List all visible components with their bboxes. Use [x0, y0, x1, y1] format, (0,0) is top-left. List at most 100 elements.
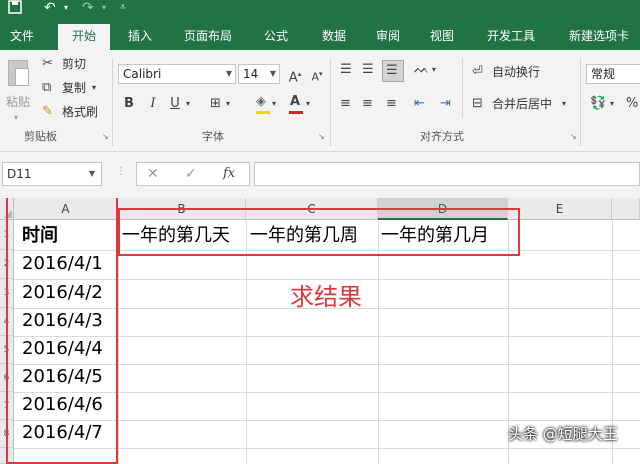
format-painter-button[interactable]: 格式刷 [62, 104, 98, 120]
font-color-icon[interactable]: A [290, 94, 300, 110]
percent-icon[interactable]: % [626, 96, 638, 112]
tab-file[interactable]: 文件 [0, 22, 44, 50]
orientation-dropdown-icon[interactable]: ▾ [432, 62, 436, 78]
separator [462, 58, 463, 118]
chevron-down-icon: ▼ [269, 69, 276, 78]
highlight-box-headers [118, 208, 520, 256]
tab-home[interactable]: 开始 [58, 24, 110, 50]
ribbon-tabs: 文件 开始 插入 页面布局 公式 数据 审阅 视图 开发工具 新建选项卡 [0, 22, 640, 50]
tab-page-layout[interactable]: 页面布局 [176, 22, 240, 50]
font-group-label: 字体 [202, 130, 224, 143]
format-painter-icon: ✎ [42, 104, 53, 119]
font-size-select[interactable]: 14 ▼ [238, 64, 280, 84]
redo-dropdown-icon[interactable]: ▾ [102, 0, 106, 18]
align-center-icon[interactable]: ≡ [362, 96, 373, 112]
gridline [118, 220, 119, 464]
copy-icon: ⧉ [42, 80, 52, 95]
copy-dropdown-icon[interactable]: ▾ [92, 80, 96, 96]
copy-button[interactable]: 复制 [62, 80, 86, 96]
font-color-dropdown-icon[interactable]: ▾ [306, 96, 310, 112]
separator [580, 58, 581, 146]
formula-input[interactable] [254, 162, 640, 186]
align-bottom-button[interactable]: ☰ [382, 60, 404, 82]
font-name-select[interactable]: Calibri ▼ [118, 64, 236, 84]
enter-icon[interactable]: ✓ [185, 166, 197, 182]
merge-center-button[interactable]: 合并后居中 [492, 96, 552, 112]
cut-button[interactable]: 剪切 [62, 56, 86, 72]
name-box[interactable]: D11 ▼ [2, 162, 102, 186]
decrease-font-icon[interactable]: A▾ [308, 66, 326, 86]
paste-page-icon [15, 68, 29, 86]
border-dropdown-icon[interactable]: ▾ [226, 96, 230, 112]
cancel-icon[interactable]: ✕ [147, 166, 159, 182]
highlight-box-dates [6, 198, 118, 464]
font-name-value: Calibri [123, 67, 162, 81]
underline-dropdown-icon[interactable]: ▾ [186, 96, 190, 112]
insert-function-button[interactable]: fx [223, 166, 235, 182]
tab-formulas[interactable]: 公式 [250, 22, 302, 50]
font-color-bar [289, 111, 303, 114]
font-size-value: 14 [243, 67, 259, 81]
currency-icon[interactable]: 💱 [590, 96, 606, 112]
align-top-icon[interactable]: ☰ [340, 62, 352, 78]
paste-label: 粘贴 [6, 95, 31, 109]
result-annotation: 求结果 [290, 283, 362, 311]
tab-data[interactable]: 数据 [308, 22, 360, 50]
font-launcher-icon[interactable]: ↘ [318, 132, 325, 142]
increase-font-icon[interactable]: A▴ [286, 66, 304, 86]
column-header-f[interactable] [612, 198, 640, 220]
border-icon[interactable]: ⊞ [210, 96, 221, 112]
formula-bar-grip-icon[interactable]: ⋮ [116, 166, 126, 178]
scissors-icon: ✂ [42, 56, 53, 71]
tab-developer[interactable]: 开发工具 [476, 22, 546, 50]
fill-color-bar [256, 111, 270, 114]
clipboard-launcher-icon[interactable]: ↘ [102, 132, 109, 142]
formula-buttons: ✕ ✓ fx [136, 162, 250, 186]
chevron-down-icon: ▼ [225, 69, 232, 78]
ribbon: 粘贴 ▾ ✂ 剪切 ⧉ 复制 ▾ ✎ 格式刷 剪贴板 ↘ Calibri ▼ 1… [0, 50, 640, 152]
wrap-text-button[interactable]: 自动换行 [492, 64, 540, 80]
increase-indent-icon[interactable]: ⇥ [440, 96, 451, 112]
tab-insert[interactable]: 插入 [114, 22, 166, 50]
separator [330, 58, 331, 146]
italic-button[interactable]: I [146, 96, 160, 112]
number-format-value: 常规 [591, 67, 616, 81]
save-icon[interactable] [8, 0, 22, 18]
formula-bar: D11 ▼ ⋮ ✕ ✓ fx [0, 152, 640, 198]
title-bar: ↶ ▾ ↷ ▾ ⩡ [0, 0, 640, 22]
clipboard-group-label: 剪贴板 [24, 130, 57, 143]
separator [112, 58, 113, 146]
tab-view[interactable]: 视图 [418, 22, 466, 50]
number-format-select[interactable]: 常规 [586, 64, 640, 84]
align-left-icon[interactable]: ≡ [340, 96, 351, 112]
underline-button[interactable]: U [168, 96, 182, 112]
name-box-dropdown-icon[interactable]: ▼ [89, 163, 95, 185]
align-right-icon[interactable]: ≡ [386, 96, 397, 112]
gridline [378, 220, 379, 464]
tab-review[interactable]: 审阅 [364, 22, 412, 50]
redo-icon[interactable]: ↷ [82, 0, 94, 18]
undo-icon[interactable]: ↶ [44, 0, 56, 18]
wrap-text-icon: ⏎ [472, 64, 483, 79]
undo-dropdown-icon[interactable]: ▾ [64, 0, 68, 18]
merge-dropdown-icon[interactable]: ▾ [562, 96, 566, 112]
merge-center-icon: ⊟ [472, 96, 483, 111]
gridline [246, 220, 247, 464]
tab-new[interactable]: 新建选项卡 [560, 22, 638, 50]
bold-button[interactable]: B [122, 96, 136, 112]
alignment-group-label: 对齐方式 [420, 130, 464, 143]
column-header-e[interactable]: E [508, 198, 612, 220]
name-box-value: D11 [7, 167, 32, 181]
paste-dropdown-icon: ▾ [14, 113, 19, 122]
align-middle-icon[interactable]: ☰ [362, 62, 374, 78]
customize-icon[interactable]: ⩡ [120, 0, 126, 18]
decrease-indent-icon[interactable]: ⇤ [414, 96, 425, 112]
currency-dropdown-icon[interactable]: ▾ [610, 96, 614, 112]
fill-dropdown-icon[interactable]: ▾ [272, 96, 276, 112]
paste-button[interactable]: 粘贴 ▾ [2, 56, 36, 122]
align-bottom-icon: ☰ [386, 63, 398, 78]
fill-color-icon[interactable]: ◈ [256, 94, 266, 110]
orientation-icon[interactable]: ᨓ [414, 62, 430, 78]
alignment-launcher-icon[interactable]: ↘ [570, 132, 577, 142]
watermark: 头条 @短腿大王 [508, 425, 618, 443]
